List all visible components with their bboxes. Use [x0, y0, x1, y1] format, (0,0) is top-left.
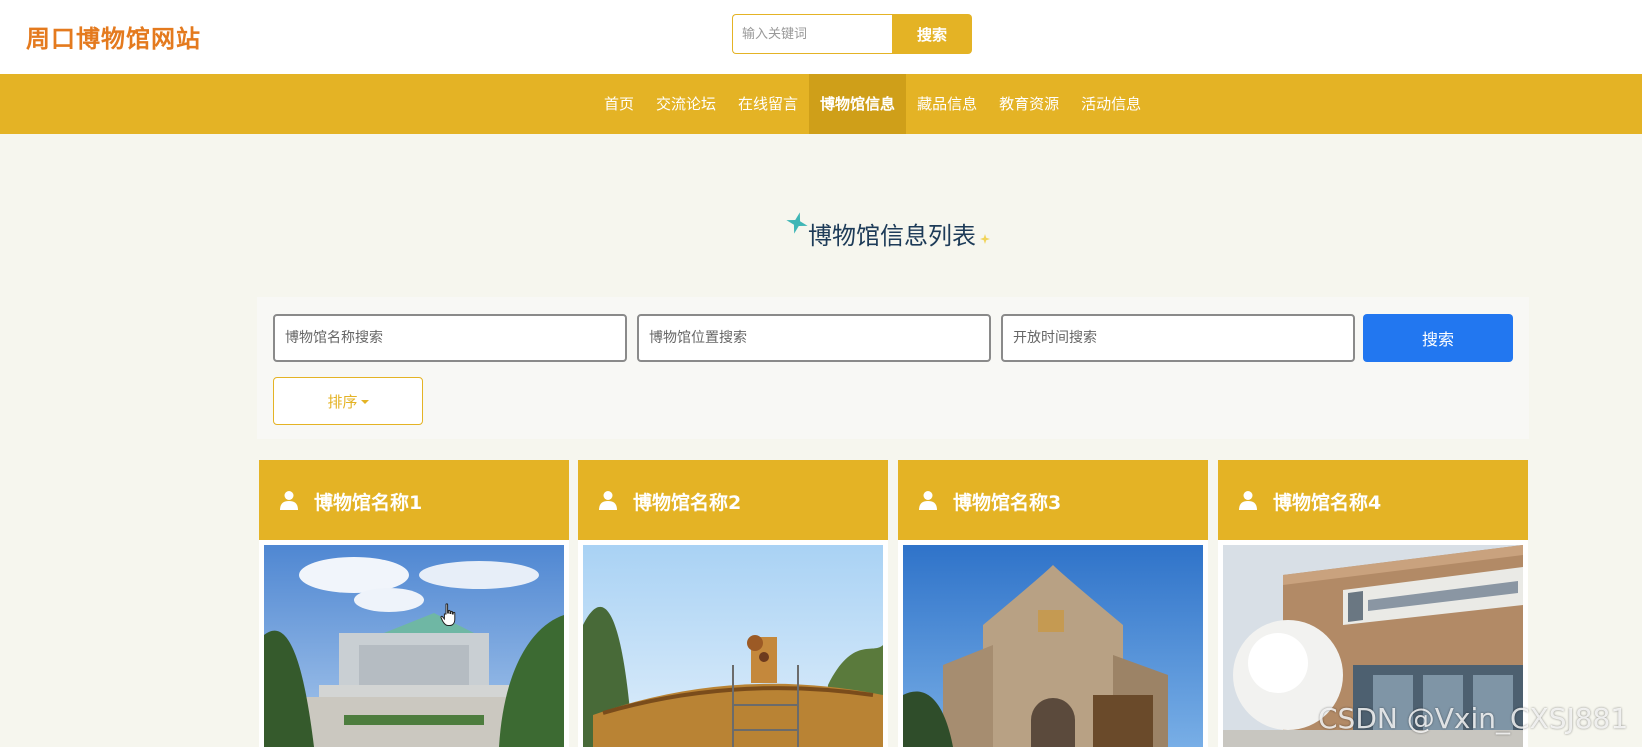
museum-name-search-input[interactable] [273, 314, 627, 362]
museum-photo[interactable] [583, 545, 883, 747]
section-title: 博物馆信息列表 [786, 212, 990, 252]
user-icon [599, 491, 617, 510]
caret-down-icon [360, 400, 369, 404]
card-header: 博物馆名称4 [1218, 460, 1528, 540]
card-title: 博物馆名称3 [953, 492, 1062, 514]
nav-item-museum-info[interactable]: 博物馆信息 [809, 74, 907, 134]
filter-search-button[interactable]: 搜索 [1363, 314, 1513, 362]
watermark-text: CSDN @Vxin_CXSJ881 [1318, 702, 1629, 735]
sort-button-label: 排序 [327, 392, 358, 411]
site-logo-text[interactable]: 周口博物馆网站 [26, 19, 201, 54]
main-nav: 首页 交流论坛 在线留言 博物馆信息 藏品信息 教育资源 活动信息 [0, 74, 1642, 134]
museum-card[interactable]: 博物馆名称2 [578, 460, 888, 747]
header-search: 搜索 [732, 14, 972, 54]
nav-item-messages[interactable]: 在线留言 [727, 74, 809, 134]
filter-panel: 搜索 排序 [257, 297, 1529, 439]
card-title: 博物馆名称4 [1273, 492, 1382, 514]
moon-logo-icon [0, 23, 8, 49]
site-header: 周口博物馆网站 搜索 [0, 0, 1642, 74]
sparkle-icon [786, 212, 808, 234]
card-title: 博物馆名称2 [633, 492, 742, 514]
user-icon [280, 491, 298, 510]
user-icon [1239, 491, 1257, 510]
header-search-input[interactable] [732, 14, 892, 54]
museum-card[interactable]: 博物馆名称3 [898, 460, 1208, 747]
museum-location-search-input[interactable] [637, 314, 991, 362]
nav-item-education[interactable]: 教育资源 [988, 74, 1070, 134]
nav-item-collections[interactable]: 藏品信息 [906, 74, 988, 134]
hand-cursor-icon [440, 603, 456, 626]
opening-time-search-input[interactable] [1001, 314, 1355, 362]
nav-item-activities[interactable]: 活动信息 [1070, 74, 1152, 134]
nav-item-forum[interactable]: 交流论坛 [645, 74, 727, 134]
user-icon [919, 491, 937, 510]
museum-photo[interactable] [264, 545, 564, 747]
card-title: 博物馆名称1 [314, 492, 423, 514]
sparkle-icon [980, 234, 990, 244]
page-title: 博物馆信息列表 [808, 222, 976, 250]
museum-photo[interactable] [903, 545, 1203, 747]
header-search-button[interactable]: 搜索 [892, 14, 972, 54]
museum-card[interactable]: 博物馆名称1 [259, 460, 569, 747]
card-header: 博物馆名称1 [259, 460, 569, 540]
card-header: 博物馆名称3 [898, 460, 1208, 540]
nav-item-home[interactable]: 首页 [593, 74, 645, 134]
sort-dropdown-button[interactable]: 排序 [273, 377, 423, 425]
card-header: 博物馆名称2 [578, 460, 888, 540]
